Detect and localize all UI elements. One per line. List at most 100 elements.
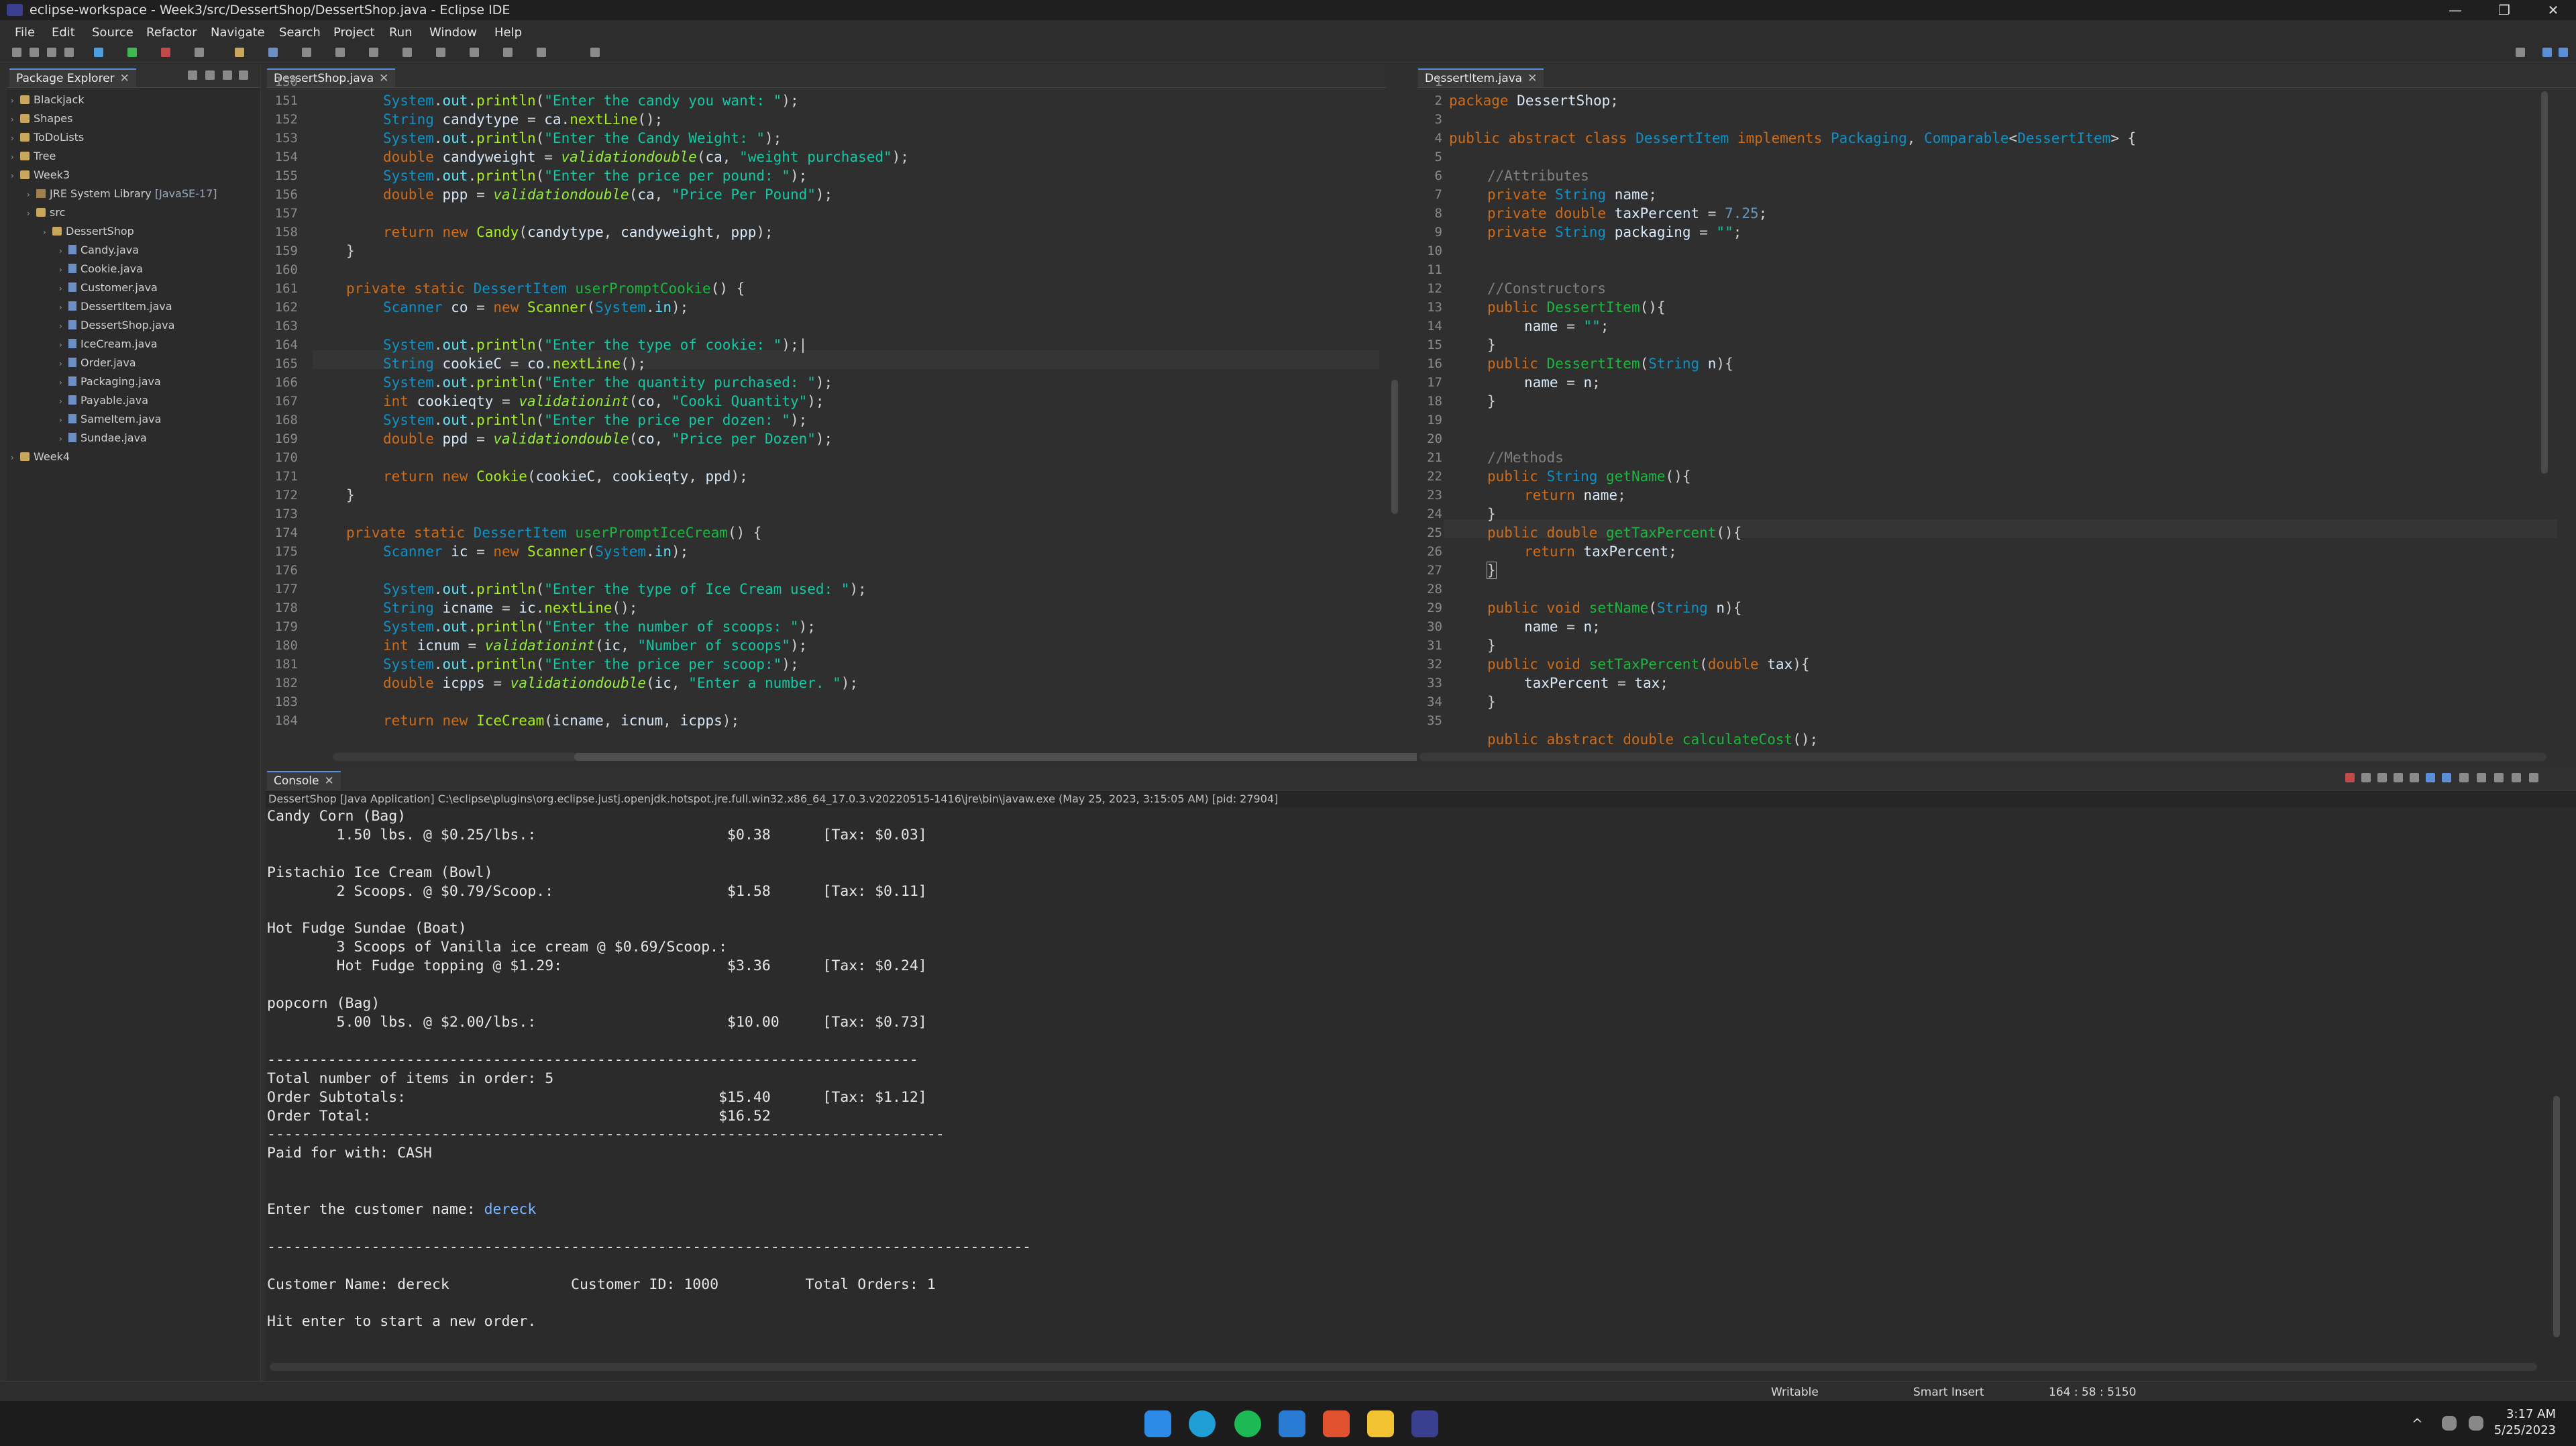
expand-arrow-icon[interactable]: › [59, 336, 68, 354]
back-icon[interactable] [470, 48, 479, 57]
close-button[interactable]: ✕ [2533, 1, 2573, 19]
tree-item[interactable]: › JRE System Library [JavaSE-17] [27, 185, 217, 203]
expand-arrow-icon[interactable]: › [11, 111, 20, 128]
tree-item[interactable]: › Customer.java [59, 279, 158, 297]
expand-arrow-icon[interactable]: › [11, 167, 20, 185]
menu-source[interactable]: Source [92, 25, 133, 40]
display-selected-console-icon[interactable] [2477, 773, 2486, 782]
tree-item[interactable]: › Cookie.java [59, 260, 143, 278]
menu-run[interactable]: Run [389, 25, 413, 40]
tree-item[interactable]: › DessertShop.java [59, 317, 174, 334]
tab-console[interactable]: Console ✕ [267, 771, 341, 790]
network-icon[interactable] [2442, 1416, 2457, 1431]
show-console-stdout-icon[interactable] [2426, 773, 2435, 782]
close-tab-icon[interactable]: ✕ [379, 72, 388, 85]
minimize-view-icon[interactable] [2512, 773, 2521, 782]
pin-console-icon[interactable] [2459, 773, 2469, 782]
menu-refactor[interactable]: Refactor [146, 25, 197, 40]
expand-arrow-icon[interactable]: › [11, 92, 20, 109]
menu-edit[interactable]: Edit [52, 25, 75, 40]
tree-item[interactable]: › SameItem.java [59, 411, 161, 428]
eclipse-taskbar-icon[interactable] [1411, 1410, 1438, 1437]
edge-browser-icon[interactable] [1189, 1410, 1216, 1437]
debug-perspective-icon[interactable] [2559, 48, 2568, 57]
editor-dessertitem[interactable]: DessertItem.java ✕ 1 2 3 4 5 6 7 8 9 10 11 12 13 14 15 1… [1417, 64, 2576, 762]
console-output[interactable]: Candy Corn (Bag) 1.50 lbs. @ $0.25/lbs.:… [267, 807, 1031, 1331]
collapse-all-icon[interactable] [188, 70, 197, 80]
expand-arrow-icon[interactable]: › [59, 374, 68, 391]
status-cursor-position[interactable]: 164 : 58 : 5150 [2049, 1386, 2136, 1399]
java-perspective-icon[interactable] [2542, 48, 2552, 57]
debug-icon[interactable] [94, 48, 103, 57]
remove-launch-icon[interactable] [2361, 773, 2371, 782]
volume-icon[interactable] [2469, 1416, 2483, 1431]
tree-item[interactable]: › Candy.java [59, 242, 139, 259]
expand-arrow-icon[interactable]: › [59, 299, 68, 316]
expand-arrow-icon[interactable]: › [59, 430, 68, 448]
status-insert-mode[interactable]: Smart Insert [1913, 1386, 1984, 1399]
tree-item[interactable]: › Payable.java [59, 392, 148, 409]
expand-arrow-icon[interactable]: › [59, 280, 68, 297]
open-perspective-icon[interactable] [590, 48, 600, 57]
annotation-next-icon[interactable] [402, 48, 412, 57]
run-icon[interactable] [127, 48, 137, 57]
tree-item[interactable]: › Week3 [11, 166, 70, 184]
tree-item[interactable]: › Week4 [11, 448, 70, 466]
save-icon[interactable] [30, 48, 39, 57]
expand-arrow-icon[interactable]: › [27, 205, 36, 222]
view-menu-icon[interactable] [223, 70, 232, 80]
minimize-button[interactable]: — [2435, 1, 2475, 19]
new-java-project-icon[interactable] [235, 48, 244, 57]
word-wrap-icon[interactable] [2410, 773, 2419, 782]
tree-item[interactable]: › Packaging.java [59, 373, 161, 391]
tree-item[interactable]: › Tree [11, 148, 56, 165]
maximize-view-icon[interactable] [2529, 773, 2538, 782]
file-explorer-icon[interactable] [1367, 1410, 1394, 1437]
editor-dessertshop[interactable]: DessertShop.java ✕ 150 151 152 153 154 155 156 1… [266, 64, 1500, 762]
maximize-button[interactable]: ❐ [2484, 1, 2524, 19]
code-area[interactable]: System.out.println("Enter the candy you … [266, 64, 909, 729]
menu-help[interactable]: Help [494, 25, 522, 40]
save-all-icon[interactable] [47, 48, 56, 57]
menu-file[interactable]: File [15, 25, 35, 40]
minimize-view-icon[interactable] [239, 70, 248, 80]
brave-browser-icon[interactable] [1323, 1410, 1350, 1437]
expand-arrow-icon[interactable]: › [11, 148, 20, 166]
close-tab-icon[interactable]: ✕ [1527, 72, 1537, 85]
clear-console-icon[interactable] [2377, 773, 2387, 782]
annotation-prev-icon[interactable] [436, 48, 445, 57]
expand-arrow-icon[interactable]: › [59, 355, 68, 372]
expand-arrow-icon[interactable]: › [27, 186, 36, 203]
console-view[interactable]: Console ✕ DessertShop [Java Application] … [266, 767, 2576, 1381]
editor-left-vscroll[interactable] [1391, 380, 1398, 514]
show-hidden-icons-icon[interactable]: ^ [2412, 1416, 2425, 1432]
expand-arrow-icon[interactable]: › [11, 130, 20, 147]
expand-arrow-icon[interactable]: › [11, 449, 20, 466]
toggle-mark-occurrences-icon[interactable] [369, 48, 378, 57]
tree-item[interactable]: › Sundae.java [59, 429, 147, 447]
tree-item[interactable]: › DessertItem.java [59, 298, 172, 315]
open-console-icon[interactable] [2494, 773, 2504, 782]
expand-arrow-icon[interactable]: › [59, 242, 68, 260]
tree-item[interactable]: › IceCream.java [59, 335, 158, 353]
expand-arrow-icon[interactable]: › [59, 317, 68, 335]
print-icon[interactable] [64, 48, 74, 57]
new-icon[interactable] [12, 48, 21, 57]
menu-navigate[interactable]: Navigate [211, 25, 265, 40]
tree-item[interactable]: › src [27, 204, 65, 221]
editor-right-vscroll[interactable] [2541, 91, 2548, 474]
console-hscroll[interactable] [270, 1363, 2537, 1371]
expand-arrow-icon[interactable]: › [59, 411, 68, 429]
stop-icon[interactable] [161, 48, 170, 57]
expand-arrow-icon[interactable]: › [59, 393, 68, 410]
search-icon[interactable] [335, 48, 345, 57]
terminate-icon[interactable] [2345, 773, 2355, 782]
menu-window[interactable]: Window [429, 25, 477, 40]
editor-left-hscroll-thumb[interactable] [574, 753, 1500, 761]
console-vscroll[interactable] [2553, 1096, 2560, 1337]
link-editor-icon[interactable] [205, 70, 215, 80]
search-toolbar-icon[interactable] [2516, 48, 2525, 57]
scroll-lock-icon[interactable] [2394, 773, 2403, 782]
show-console-stderr-icon[interactable] [2442, 773, 2451, 782]
tree-item[interactable]: › Order.java [59, 354, 136, 372]
